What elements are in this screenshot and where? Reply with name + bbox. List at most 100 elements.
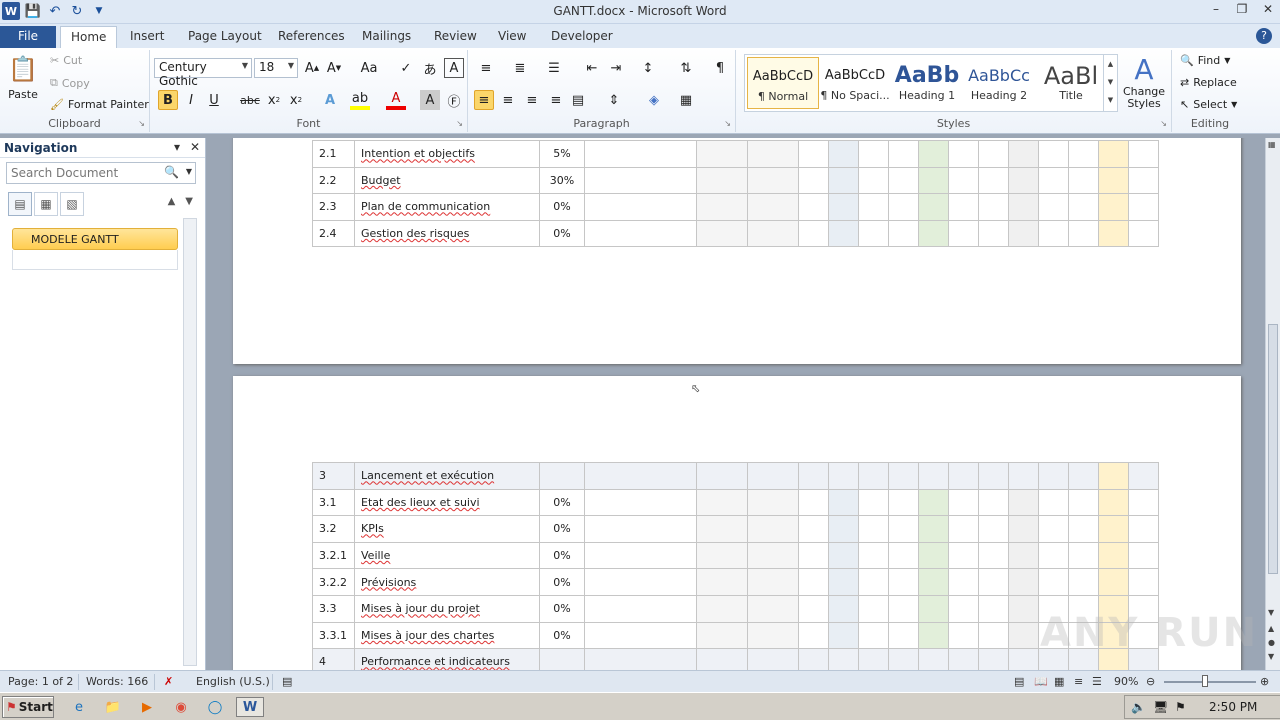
- task-id-cell[interactable]: 3.2: [312, 515, 355, 543]
- format-painter-button[interactable]: 🖌 Format Painter: [50, 98, 149, 111]
- character-border-icon[interactable]: A: [444, 58, 464, 78]
- gantt-cell[interactable]: [1008, 515, 1039, 543]
- next-page-icon[interactable]: ▼: [1268, 652, 1274, 661]
- gantt-cell[interactable]: [858, 193, 889, 221]
- gantt-cell[interactable]: [584, 166, 697, 195]
- gantt-cell[interactable]: [798, 488, 829, 517]
- gantt-cell[interactable]: [1008, 166, 1039, 195]
- task-name-cell[interactable]: Veille: [354, 541, 540, 570]
- gantt-cell[interactable]: [1008, 462, 1039, 490]
- zoom-level[interactable]: 90%: [1114, 675, 1138, 688]
- ruler-toggle-icon[interactable]: ▦: [1268, 140, 1276, 149]
- progress-cell[interactable]: 0%: [539, 219, 585, 248]
- page-count[interactable]: Page: 1 of 2: [8, 675, 73, 688]
- close-icon[interactable]: ✕: [1260, 2, 1276, 18]
- shading-icon[interactable]: ◈: [644, 90, 664, 110]
- select-browse-icon[interactable]: ●: [1268, 638, 1275, 647]
- text-effects-icon[interactable]: A: [320, 90, 340, 110]
- underline-button[interactable]: U: [204, 90, 224, 110]
- search-options-icon[interactable]: ▼: [186, 167, 192, 176]
- gantt-cell[interactable]: [696, 488, 748, 517]
- help-icon[interactable]: ?: [1256, 28, 1272, 44]
- tab-references[interactable]: References: [268, 26, 355, 48]
- progress-cell[interactable]: [539, 462, 585, 490]
- gantt-cell[interactable]: [1098, 568, 1129, 596]
- task-id-cell[interactable]: 3.3.1: [312, 621, 355, 650]
- text-direction-icon[interactable]: ↕: [638, 58, 658, 78]
- gantt-cell[interactable]: [948, 621, 979, 650]
- font-color-icon[interactable]: A: [386, 90, 406, 110]
- previous-heading-icon[interactable]: ▲: [168, 196, 176, 207]
- gantt-cell[interactable]: [1068, 462, 1099, 490]
- gantt-cell[interactable]: [888, 621, 919, 650]
- gantt-cell[interactable]: [918, 515, 949, 543]
- gantt-cell[interactable]: [798, 462, 829, 490]
- gantt-cell[interactable]: [978, 515, 1009, 543]
- gantt-cell[interactable]: [858, 219, 889, 248]
- gantt-cell[interactable]: [747, 621, 799, 650]
- gantt-cell[interactable]: [918, 594, 949, 623]
- gantt-cell[interactable]: [1068, 541, 1099, 570]
- gantt-cell[interactable]: [858, 568, 889, 596]
- gantt-cell[interactable]: [828, 648, 859, 670]
- gantt-cell[interactable]: [828, 488, 859, 517]
- zoom-out-icon[interactable]: ⊖: [1146, 675, 1155, 688]
- gantt-cell[interactable]: [798, 621, 829, 650]
- gantt-cell[interactable]: [1008, 488, 1039, 517]
- gantt-cell[interactable]: [918, 219, 949, 248]
- gantt-cell[interactable]: [584, 648, 697, 670]
- gantt-cell[interactable]: [747, 193, 799, 221]
- gantt-cell[interactable]: [1008, 219, 1039, 248]
- gantt-cell[interactable]: [584, 515, 697, 543]
- gantt-cell[interactable]: [747, 541, 799, 570]
- task-name-cell[interactable]: Mises à jour du projet: [354, 594, 540, 623]
- scroll-down-icon[interactable]: ▼: [1268, 608, 1274, 617]
- clear-formatting-icon[interactable]: ✓: [396, 58, 416, 78]
- macro-record-icon[interactable]: ▤: [282, 675, 292, 688]
- gantt-cell[interactable]: [858, 166, 889, 195]
- gantt-cell[interactable]: [696, 462, 748, 490]
- gantt-cell[interactable]: [1128, 541, 1159, 570]
- gantt-cell[interactable]: [1008, 568, 1039, 596]
- gantt-cell[interactable]: [858, 488, 889, 517]
- next-heading-icon[interactable]: ▼: [185, 196, 193, 207]
- tab-home[interactable]: Home: [60, 26, 118, 48]
- strikethrough-button[interactable]: abc: [240, 90, 260, 110]
- gantt-cell[interactable]: [858, 541, 889, 570]
- draft-icon[interactable]: ☰: [1092, 675, 1102, 688]
- task-id-cell[interactable]: 2.4: [312, 219, 355, 248]
- gantt-cell[interactable]: [696, 648, 748, 670]
- language[interactable]: English (U.S.): [196, 675, 270, 688]
- task-id-cell[interactable]: 3.1: [312, 488, 355, 517]
- gantt-cell[interactable]: [1098, 541, 1129, 570]
- gantt-cell[interactable]: [1038, 488, 1069, 517]
- gantt-cell[interactable]: [1008, 140, 1039, 168]
- gantt-cell[interactable]: [1128, 193, 1159, 221]
- gantt-cell[interactable]: [978, 166, 1009, 195]
- gantt-cell[interactable]: [1098, 166, 1129, 195]
- gantt-cell[interactable]: [978, 594, 1009, 623]
- gantt-cell[interactable]: [584, 462, 697, 490]
- gantt-cell[interactable]: [978, 462, 1009, 490]
- task-id-cell[interactable]: 4: [312, 648, 355, 670]
- line-spacing-icon[interactable]: ⇕: [604, 90, 624, 110]
- style-title[interactable]: AaBl Title: [1035, 57, 1107, 109]
- progress-cell[interactable]: [539, 648, 585, 670]
- gantt-cell[interactable]: [1038, 568, 1069, 596]
- numbering-icon[interactable]: ≣: [510, 58, 530, 78]
- minimize-icon[interactable]: –: [1208, 2, 1224, 18]
- gantt-cell[interactable]: [948, 568, 979, 596]
- full-screen-reading-icon[interactable]: 📖: [1034, 675, 1048, 688]
- gantt-cell[interactable]: [798, 193, 829, 221]
- browse-headings-icon[interactable]: ▤: [8, 192, 32, 216]
- gantt-cell[interactable]: [1068, 568, 1099, 596]
- nav-empty-item[interactable]: [12, 250, 178, 270]
- align-right-button[interactable]: ≡: [522, 90, 542, 110]
- search-document-input[interactable]: Search Document 🔍 ▼: [6, 162, 196, 184]
- gantt-cell[interactable]: [948, 219, 979, 248]
- style-heading-2[interactable]: AaBbCc Heading 2: [963, 57, 1035, 109]
- tab-file[interactable]: File: [0, 26, 56, 48]
- tab-insert[interactable]: Insert: [120, 26, 174, 48]
- nav-menu-icon[interactable]: ▾: [174, 140, 180, 154]
- gantt-cell[interactable]: [858, 621, 889, 650]
